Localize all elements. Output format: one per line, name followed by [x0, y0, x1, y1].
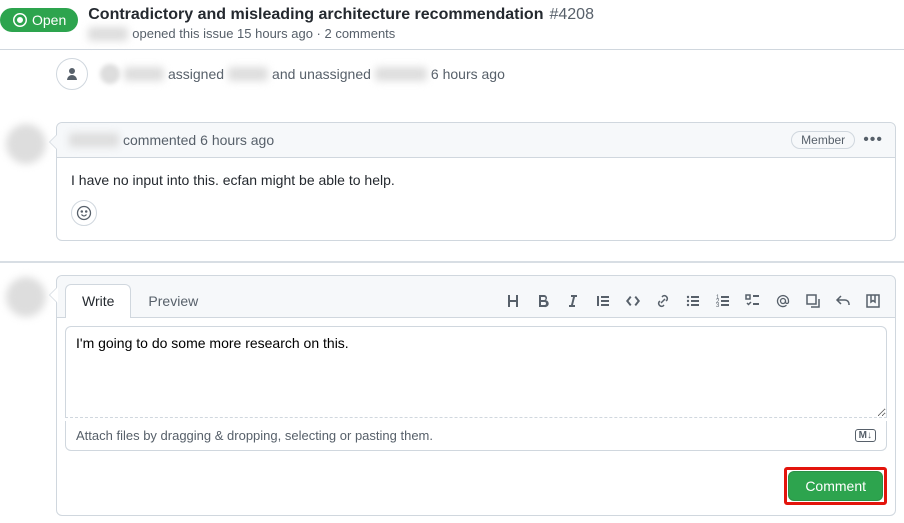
timeline: assigned and unassigned 6 hours ago	[0, 50, 904, 98]
actor-name[interactable]	[124, 67, 164, 81]
current-user-avatar[interactable]	[6, 277, 46, 317]
svg-text:3: 3	[716, 303, 720, 309]
attach-hint-row[interactable]: Attach files by dragging & dropping, sel…	[65, 421, 887, 451]
unassignee-name[interactable]	[375, 67, 427, 81]
reply-icon[interactable]	[835, 293, 851, 309]
smiley-icon	[76, 205, 92, 221]
event-time: 6 hours ago	[431, 66, 505, 82]
unordered-list-icon[interactable]	[685, 293, 701, 309]
compose-tabs: Write Preview	[65, 284, 215, 317]
status-text: Open	[32, 12, 66, 28]
commenter-avatar[interactable]	[6, 124, 46, 164]
commenter-name[interactable]	[69, 133, 119, 147]
actor-avatar[interactable]	[100, 64, 120, 84]
compose-container: Write Preview 123 Attac	[0, 275, 904, 516]
tab-preview[interactable]: Preview	[131, 284, 215, 317]
bold-icon[interactable]	[535, 293, 551, 309]
formatting-toolbar: 123	[505, 293, 887, 309]
comment-container: commented 6 hours ago Member ••• I have …	[0, 122, 904, 241]
link-icon[interactable]	[655, 293, 671, 309]
issue-number: #4208	[549, 6, 594, 24]
person-icon	[56, 58, 88, 90]
attach-hint-text: Attach files by dragging & dropping, sel…	[76, 428, 433, 443]
tasklist-icon[interactable]	[745, 293, 761, 309]
comment-time[interactable]: 6 hours ago	[200, 132, 274, 148]
comment-textarea[interactable]	[65, 326, 887, 418]
ordered-list-icon[interactable]: 123	[715, 293, 731, 309]
member-badge: Member	[791, 131, 855, 149]
timeline-event-assigned: assigned and unassigned 6 hours ago	[0, 58, 904, 90]
issue-title: Contradictory and misleading architectur…	[88, 6, 543, 24]
comment-box: commented 6 hours ago Member ••• I have …	[56, 122, 896, 241]
issue-header: Open Contradictory and misleading archit…	[0, 0, 904, 50]
section-divider	[0, 261, 904, 263]
heading-icon[interactable]	[505, 293, 521, 309]
italic-icon[interactable]	[565, 293, 581, 309]
quote-icon[interactable]	[595, 293, 611, 309]
markdown-badge[interactable]: M↓	[855, 429, 876, 442]
author-name[interactable]	[88, 27, 128, 41]
mention-icon[interactable]	[775, 293, 791, 309]
unassigned-text: and unassigned	[272, 66, 371, 82]
issue-open-icon	[12, 12, 28, 28]
comment-menu-button[interactable]: •••	[863, 131, 883, 149]
compose-box: Write Preview 123 Attac	[56, 275, 896, 516]
code-icon[interactable]	[625, 293, 641, 309]
opened-text: opened this issue 15 hours ago · 2 comme…	[132, 26, 395, 41]
assigned-text: assigned	[168, 66, 224, 82]
issue-subheader: opened this issue 15 hours ago · 2 comme…	[88, 26, 594, 41]
comment-text: I have no input into this. ecfan might b…	[71, 172, 881, 188]
crossref-icon[interactable]	[805, 293, 821, 309]
add-reaction-button[interactable]	[71, 200, 97, 226]
status-badge: Open	[0, 8, 78, 32]
submit-comment-button[interactable]: Comment	[788, 471, 883, 501]
highlight-annotation: Comment	[784, 467, 887, 505]
saved-replies-icon[interactable]	[865, 293, 881, 309]
assignee-name[interactable]	[228, 67, 268, 81]
comment-action: commented	[123, 132, 196, 148]
tab-write[interactable]: Write	[65, 284, 131, 318]
